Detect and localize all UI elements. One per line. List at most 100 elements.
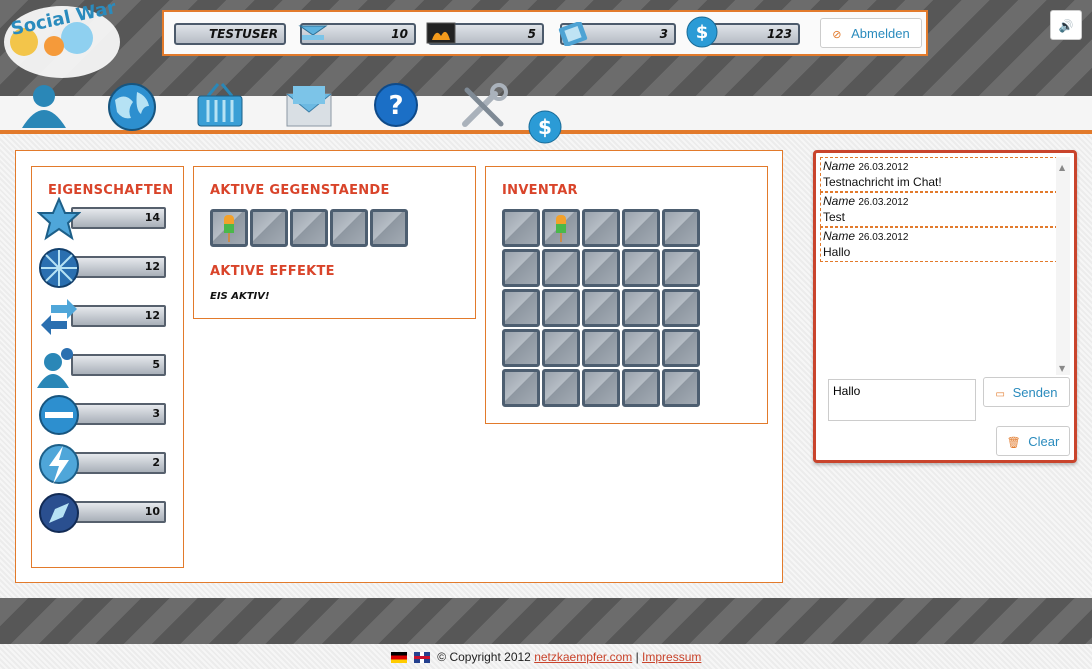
active-item-slot[interactable]	[370, 209, 408, 247]
inventory-slot[interactable]	[502, 289, 540, 327]
inventory-slot[interactable]	[502, 249, 540, 287]
stat-money: 123 $	[686, 16, 802, 48]
property-row: 5	[37, 344, 167, 388]
chat-message: Name 26.03.2012 Hallo	[820, 227, 1058, 262]
users-icon	[37, 344, 81, 388]
property-value: 12	[71, 305, 166, 327]
chat-message: Name 26.03.2012 Testnachricht im Chat!	[820, 157, 1058, 192]
inventory-slot[interactable]	[662, 289, 700, 327]
logout-button[interactable]: ⊘ Abmelden	[820, 18, 922, 48]
social-war-logo[interactable]: Social War	[2, 0, 127, 82]
help-icon: ?	[374, 83, 418, 127]
globe-icon	[108, 83, 156, 131]
nav-help[interactable]: ?	[373, 82, 419, 132]
svg-text:$: $	[696, 22, 709, 43]
send-button[interactable]: ▭ Senden	[983, 377, 1070, 407]
star-icon	[36, 196, 82, 241]
property-value: 14	[71, 207, 166, 229]
inventory-slot[interactable]	[502, 209, 540, 247]
basket-icon	[197, 83, 243, 127]
clear-button[interactable]: 🗑 Clear	[996, 426, 1070, 456]
properties-box: EIGENSCHAFTEN 14 12 12 5 3 2 10	[31, 166, 184, 568]
inventory-slot[interactable]	[542, 289, 580, 327]
nav-messages[interactable]	[285, 84, 333, 132]
active-item-slot[interactable]	[290, 209, 328, 247]
inventory-slot[interactable]	[582, 209, 620, 247]
inventory-slot[interactable]	[582, 329, 620, 367]
sound-toggle-button[interactable]: 🔊	[1050, 10, 1082, 40]
nav-settings[interactable]	[459, 82, 509, 134]
inventory-slot[interactable]	[622, 249, 660, 287]
property-row: 3	[37, 393, 167, 435]
message-author: Name	[823, 159, 856, 173]
inventory-slot[interactable]	[582, 249, 620, 287]
fire-image-icon	[426, 22, 456, 46]
property-row: 12	[37, 295, 167, 335]
inventory-box: INVENTAR	[485, 166, 768, 424]
active-item-slot[interactable]	[330, 209, 368, 247]
uk-flag-icon[interactable]	[413, 652, 430, 664]
clear-label: Clear	[1028, 433, 1060, 449]
property-row: 12	[37, 246, 167, 288]
inventory-slot[interactable]	[662, 209, 700, 247]
chat-message: Name 26.03.2012 Test	[820, 192, 1058, 227]
dollar-coin-icon: $	[686, 16, 718, 48]
message-text: Testnachricht im Chat!	[823, 175, 942, 189]
property-row: 10	[37, 491, 167, 533]
inventory-slot[interactable]	[502, 369, 540, 407]
chat-input[interactable]: Hallo	[828, 379, 976, 421]
inventory-slot[interactable]	[542, 329, 580, 367]
impressum-link[interactable]: Impressum	[642, 650, 701, 664]
inventory-slot[interactable]	[662, 249, 700, 287]
inventory-slot[interactable]	[662, 369, 700, 407]
message-date: 26.03.2012	[858, 197, 909, 208]
scroll-up-icon[interactable]: ▲	[1059, 163, 1065, 172]
chat-messages[interactable]: Name 26.03.2012 Testnachricht im Chat! N…	[820, 157, 1058, 375]
main-nav: ? $	[0, 83, 1092, 144]
active-effects-title: AKTIVE EFFEKTE	[210, 264, 335, 279]
active-items-title: AKTIVE GEGENSTAENDE	[210, 183, 390, 198]
active-effect-text: EIS AKTIV!	[210, 291, 270, 302]
inventory-slot[interactable]	[542, 249, 580, 287]
active-item-slot[interactable]	[250, 209, 288, 247]
inventory-slot[interactable]	[582, 289, 620, 327]
property-value: 12	[71, 256, 166, 278]
nav-money[interactable]: $	[528, 110, 562, 148]
inventory-slot[interactable]	[542, 369, 580, 407]
inventory-title: INVENTAR	[502, 183, 578, 198]
status-bar: TESTUSER 10 5 3 123 $ ⊘ Abmelden	[162, 10, 928, 56]
inventory-slot[interactable]	[502, 329, 540, 367]
compass-icon	[37, 491, 81, 533]
inventory-slot[interactable]	[622, 369, 660, 407]
stat-a: 10	[298, 22, 416, 46]
german-flag-icon[interactable]	[390, 652, 407, 664]
message-scroll-icon	[298, 22, 328, 46]
mail-icon	[286, 86, 332, 127]
inventory-slot[interactable]	[662, 329, 700, 367]
nav-world[interactable]	[107, 82, 157, 136]
film-icon	[558, 21, 588, 47]
snowflake-icon	[37, 246, 81, 288]
inventory-slot[interactable]	[622, 329, 660, 367]
inventory-slot[interactable]	[542, 209, 580, 247]
chat-scrollbar[interactable]: ▲ ▼	[1056, 157, 1070, 375]
footer: © Copyright 2012 netzkaempfer.com | Impr…	[0, 650, 1092, 664]
property-row: 14	[36, 196, 167, 241]
nav-shop[interactable]	[196, 82, 244, 132]
inventory-slot[interactable]	[622, 289, 660, 327]
header: Social War TESTUSER 10 5 3 123 $ ⊘ Abmel…	[0, 0, 1092, 96]
nav-profile[interactable]	[20, 82, 68, 134]
active-item-slot[interactable]	[210, 209, 248, 247]
inventory-slot[interactable]	[622, 209, 660, 247]
property-value: 3	[71, 403, 166, 425]
scroll-down-icon[interactable]: ▼	[1059, 364, 1065, 373]
speaker-icon: 🔊	[1058, 18, 1074, 33]
character-panel: EIGENSCHAFTEN 14 12 12 5 3 2 10 AKTIVE GEGENST…	[15, 150, 783, 583]
message-author: Name	[823, 229, 856, 243]
netzkaempfer-link[interactable]: netzkaempfer.com	[534, 650, 632, 664]
copyright-text: © Copyright 2012	[437, 650, 531, 664]
properties-title: EIGENSCHAFTEN	[48, 183, 174, 198]
chat-panel: Name 26.03.2012 Testnachricht im Chat! N…	[813, 150, 1077, 463]
inventory-slot[interactable]	[582, 369, 620, 407]
shield-icon	[37, 393, 81, 435]
